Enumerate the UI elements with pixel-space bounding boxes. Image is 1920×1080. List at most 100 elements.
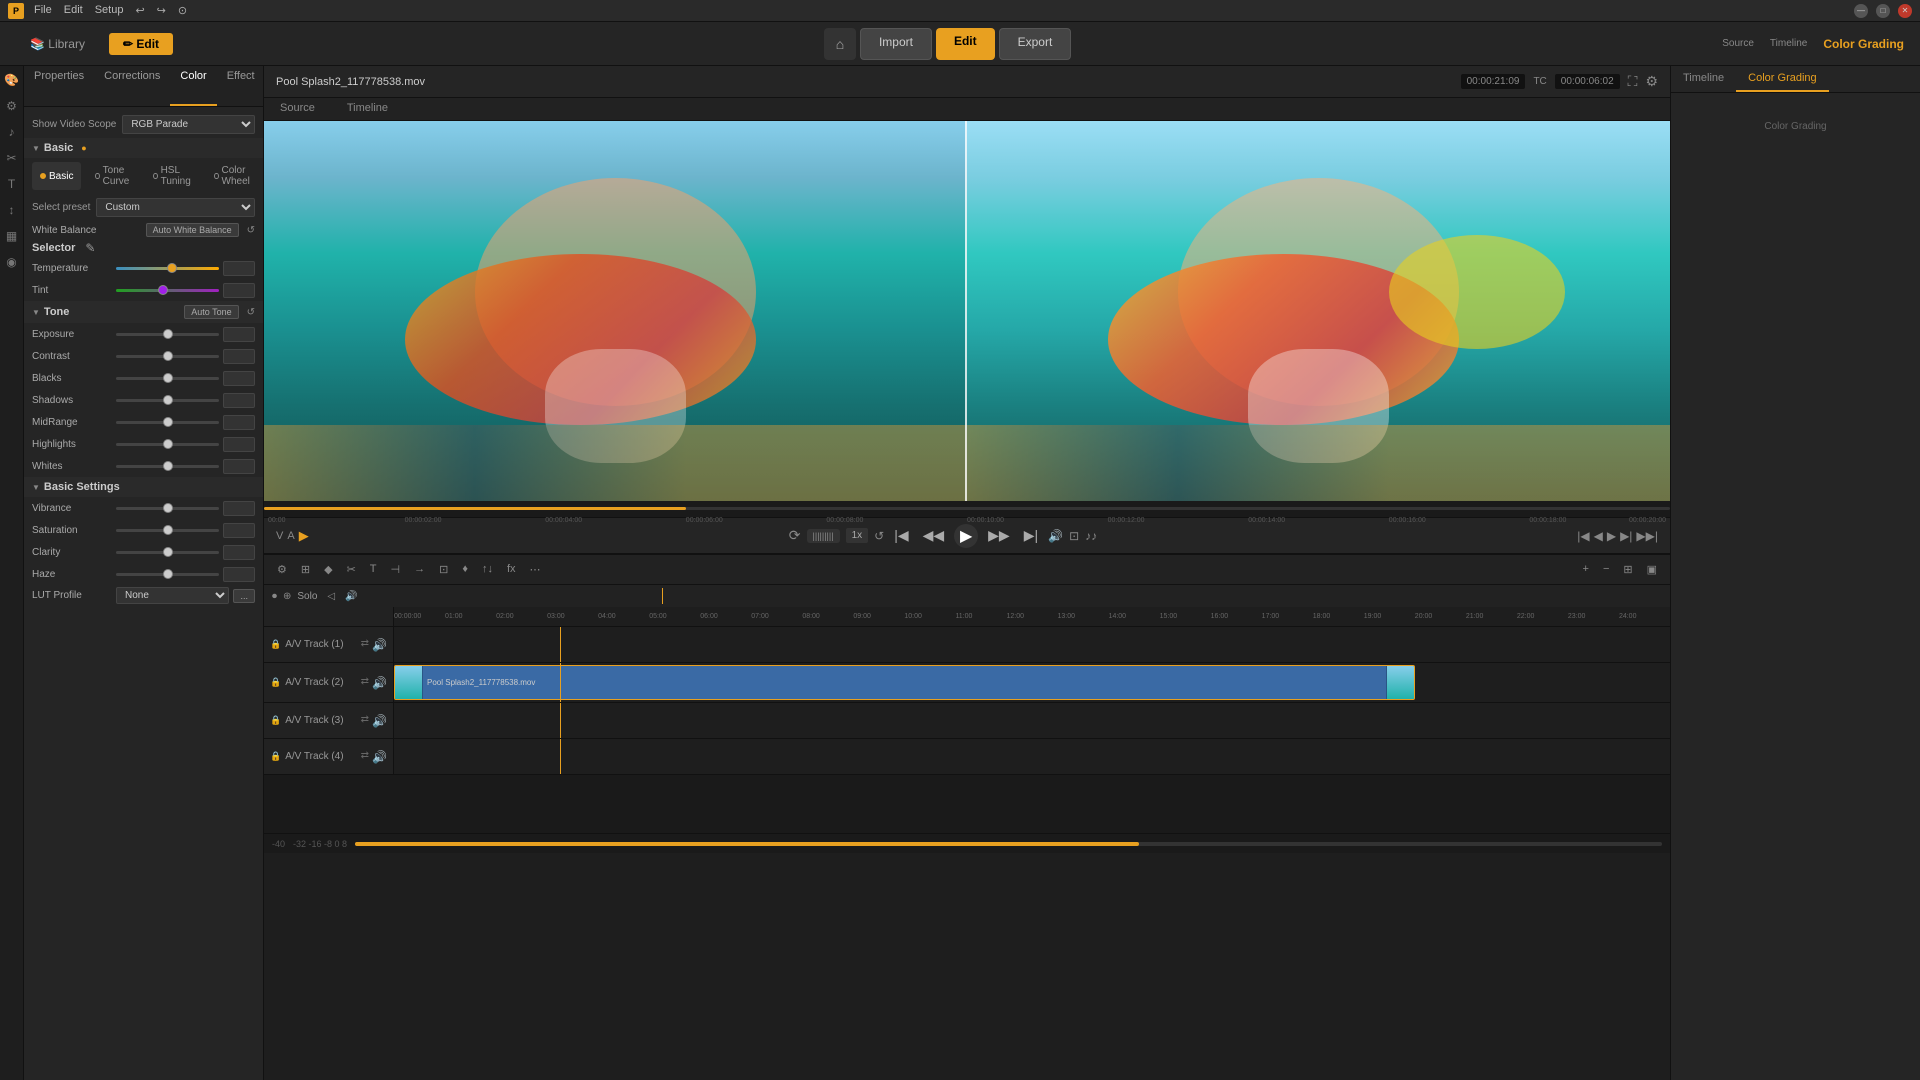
white-balance-reset-icon[interactable]: ↺ xyxy=(247,225,255,236)
whites-value[interactable]: 0 xyxy=(223,459,255,474)
sidebar-icon-grid[interactable]: ▦ xyxy=(2,226,22,246)
tint-value[interactable]: 0 xyxy=(223,283,255,298)
sidebar-icon-effects[interactable]: ⚙ xyxy=(2,96,22,116)
saturation-slider[interactable] xyxy=(116,529,219,532)
track-1-link-icon[interactable]: ⇄ xyxy=(361,638,369,652)
go-to-end-button[interactable]: ▶| xyxy=(1020,527,1042,544)
auto-white-balance-button[interactable]: Auto White Balance xyxy=(146,223,239,237)
contrast-slider[interactable] xyxy=(116,355,219,358)
step-back-button[interactable]: ◀◀ xyxy=(919,527,949,544)
preview-settings-icon[interactable]: ⚙ xyxy=(1645,73,1658,90)
timeline-fit-icon[interactable]: ⊞ xyxy=(1618,561,1637,578)
tab-color[interactable]: Color xyxy=(170,66,216,106)
edit-tab[interactable]: ✏ Edit xyxy=(109,33,173,55)
blacks-slider[interactable] xyxy=(116,377,219,380)
basic-settings-header[interactable]: ▼ Basic Settings xyxy=(24,477,263,497)
sidebar-icon-zoom[interactable]: ↕ xyxy=(2,200,22,220)
close-button[interactable]: ✕ xyxy=(1898,4,1912,18)
timeline-zoom-out-icon[interactable]: − xyxy=(1598,561,1614,578)
haze-slider[interactable] xyxy=(116,573,219,576)
source-tab[interactable]: Source xyxy=(264,98,331,120)
tone-reset-icon[interactable]: ↺ xyxy=(247,307,255,318)
playback-loop-icon[interactable]: ⟳ xyxy=(789,527,801,544)
track-3-volume-icon[interactable]: 🔊 xyxy=(372,714,387,728)
shadows-slider[interactable] xyxy=(116,399,219,402)
preview-timeline-tab[interactable]: Timeline xyxy=(1770,38,1807,49)
timeline-settings-icon[interactable]: ⚙ xyxy=(272,561,292,578)
sidebar-icon-circle[interactable]: ◉ xyxy=(2,252,22,272)
go-prev-icon[interactable]: |◀ xyxy=(1577,529,1589,543)
timeline-trim-icon[interactable]: ⊣ xyxy=(386,561,406,578)
timeline-zoom-in-icon[interactable]: + xyxy=(1578,561,1594,578)
solo-arrow-icon[interactable]: ◁ xyxy=(327,591,335,602)
track-3-link-icon[interactable]: ⇄ xyxy=(361,714,369,728)
color-grading-tab[interactable]: Color Grading xyxy=(1823,37,1904,51)
tint-slider[interactable] xyxy=(116,289,219,292)
timeline-snap-icon[interactable]: ⊞ xyxy=(296,561,315,578)
highlights-value[interactable]: 0 xyxy=(223,437,255,452)
playhead-icon[interactable]: ▶ xyxy=(299,528,309,544)
menu-icon1[interactable]: ↩ xyxy=(135,4,144,17)
track-2-link-icon[interactable]: ⇄ xyxy=(361,676,369,690)
timeline-link-icon[interactable]: ⊡ xyxy=(434,561,453,578)
tone-section-header[interactable]: ▼ Tone Auto Tone ↺ xyxy=(24,301,263,323)
edit-mode-button[interactable]: Edit xyxy=(936,28,995,60)
timeline-vol-icon[interactable]: ↑↓ xyxy=(477,561,498,578)
sidebar-icon-text[interactable]: T xyxy=(2,174,22,194)
lut-browse-button[interactable]: ... xyxy=(233,589,255,603)
timeline-arrow-icon[interactable]: → xyxy=(409,561,430,578)
blacks-value[interactable]: 0 xyxy=(223,371,255,386)
menu-icon2[interactable]: ↪ xyxy=(157,4,166,17)
temperature-value[interactable]: 0 xyxy=(223,261,255,276)
track-4-link-icon[interactable]: ⇄ xyxy=(361,750,369,764)
go-next-icon[interactable]: ▶| xyxy=(1620,529,1632,543)
timeline-snap-btn[interactable]: ⊕ xyxy=(283,591,291,602)
basic-section-header[interactable]: ▼ Basic ● xyxy=(24,138,263,158)
exposure-slider[interactable] xyxy=(116,333,219,336)
marker-icon[interactable]: V xyxy=(276,530,283,542)
track-2-clip[interactable]: Pool Splash2_117778538.mov xyxy=(394,665,1415,700)
exposure-value[interactable]: 0 xyxy=(223,327,255,342)
timeline-more-icon[interactable]: ⋯ xyxy=(525,561,546,578)
preset-select[interactable]: Custom xyxy=(96,198,255,217)
subtab-hsltuning[interactable]: HSL Tuning xyxy=(145,162,200,190)
volume-icon[interactable]: 🔊 xyxy=(1048,529,1063,543)
track-2-lock-icon[interactable]: 🔒 xyxy=(270,677,281,688)
tab-effect[interactable]: Effect xyxy=(217,66,264,106)
clarity-slider[interactable] xyxy=(116,551,219,554)
record-icon[interactable]: ⏺ xyxy=(272,591,277,602)
rpt-timeline[interactable]: Timeline xyxy=(1671,66,1736,92)
speed-display[interactable]: 1x xyxy=(846,528,869,543)
minimize-button[interactable]: — xyxy=(1854,4,1868,18)
saturation-value[interactable]: 0 xyxy=(223,523,255,538)
preview-source-tab[interactable]: Source xyxy=(1722,38,1754,49)
vibrance-slider[interactable] xyxy=(116,507,219,510)
step-forward-button[interactable]: ▶▶ xyxy=(984,527,1014,544)
video-scope-select[interactable]: RGB Parade xyxy=(122,115,255,134)
timeline-collapse-icon[interactable]: ▣ xyxy=(1642,561,1662,578)
next-frame-icon[interactable]: ▶ xyxy=(1607,529,1616,543)
timeline-marker-icon[interactable]: ◆ xyxy=(319,561,337,578)
go-to-start-button[interactable]: |◀ xyxy=(890,527,912,544)
auto-tone-button[interactable]: Auto Tone xyxy=(184,305,238,319)
sidebar-icon-cut[interactable]: ✂ xyxy=(2,148,22,168)
prev-frame-icon[interactable]: ◀ xyxy=(1594,529,1603,543)
maximize-button[interactable]: □ xyxy=(1876,4,1890,18)
preview-expand-icon[interactable]: ⛶ xyxy=(1628,73,1638,90)
clarity-value[interactable]: 0 xyxy=(223,545,255,560)
track-4-volume-icon[interactable]: 🔊 xyxy=(372,750,387,764)
shadows-value[interactable]: 0 xyxy=(223,393,255,408)
loop-icon[interactable]: ↺ xyxy=(874,529,884,543)
track-1-volume-icon[interactable]: 🔊 xyxy=(372,638,387,652)
vibrance-value[interactable]: 0 xyxy=(223,501,255,516)
sidebar-icon-audio[interactable]: ♪ xyxy=(2,122,22,142)
midrange-slider[interactable] xyxy=(116,421,219,424)
timeline-preview-tab[interactable]: Timeline xyxy=(331,98,404,120)
audio-icon[interactable]: ♪♪ xyxy=(1085,529,1097,543)
haze-value[interactable]: 0 xyxy=(223,567,255,582)
library-tab[interactable]: 📚 Library xyxy=(16,33,99,55)
subtab-basic[interactable]: Basic xyxy=(32,162,81,190)
whites-slider[interactable] xyxy=(116,465,219,468)
tab-properties[interactable]: Properties xyxy=(24,66,94,106)
midrange-value[interactable]: 0 xyxy=(223,415,255,430)
